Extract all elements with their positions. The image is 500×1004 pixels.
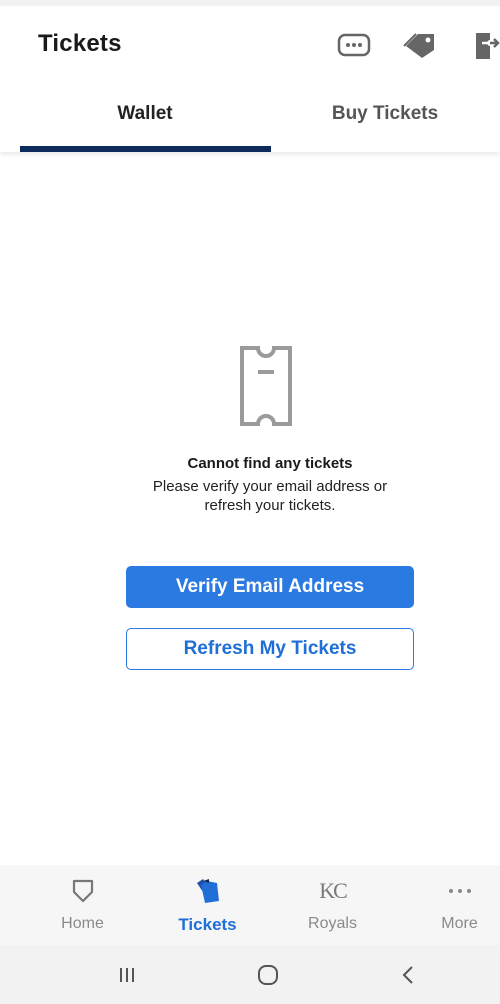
verify-email-button[interactable]: Verify Email Address: [126, 566, 414, 608]
tickets-icon: [145, 877, 270, 905]
royals-logo-icon: KC: [270, 877, 395, 905]
chat-bubble-icon[interactable]: [334, 26, 374, 66]
nav-label-more: More: [441, 915, 478, 932]
back-icon[interactable]: [388, 959, 428, 991]
more-dots-icon: [397, 877, 500, 905]
nav-item-tickets[interactable]: Tickets: [145, 865, 270, 945]
nav-item-home[interactable]: Home: [20, 865, 145, 945]
bottom-nav: Home Tickets KC Royals More: [0, 865, 500, 945]
tab-bar: Wallet Buy Tickets: [0, 82, 500, 152]
nav-label-home: Home: [61, 915, 104, 932]
nav-label-royals: Royals: [308, 915, 357, 932]
page-title: Tickets: [38, 30, 122, 57]
empty-state-title: Cannot find any tickets: [187, 455, 353, 472]
nav-item-royals[interactable]: KC Royals: [270, 865, 395, 945]
nav-label-tickets: Tickets: [178, 915, 237, 934]
nav-item-more[interactable]: More: [397, 865, 500, 945]
refresh-tickets-label: Refresh My Tickets: [183, 638, 357, 659]
app-header: Tickets: [0, 6, 500, 90]
verify-email-label: Verify Email Address: [175, 576, 365, 597]
home-plate-icon: [20, 877, 145, 905]
empty-state-message: Please verify your email address or refr…: [152, 478, 388, 514]
ticket-outline-icon: [230, 342, 302, 430]
active-tab-indicator: [20, 146, 271, 152]
refresh-tickets-button[interactable]: Refresh My Tickets: [126, 628, 414, 670]
tab-wallet[interactable]: Wallet: [20, 82, 270, 146]
royals-logo-text: KC: [319, 878, 348, 903]
tab-label: Wallet: [117, 103, 173, 124]
tab-buy-tickets[interactable]: Buy Tickets: [270, 82, 500, 146]
system-nav-bar: [0, 945, 500, 1004]
recent-apps-icon[interactable]: [107, 959, 147, 991]
transfer-ticket-icon[interactable]: [468, 26, 500, 66]
tag-icon[interactable]: [400, 26, 440, 66]
tab-label: Buy Tickets: [331, 103, 439, 124]
home-circle-icon[interactable]: [248, 959, 288, 991]
